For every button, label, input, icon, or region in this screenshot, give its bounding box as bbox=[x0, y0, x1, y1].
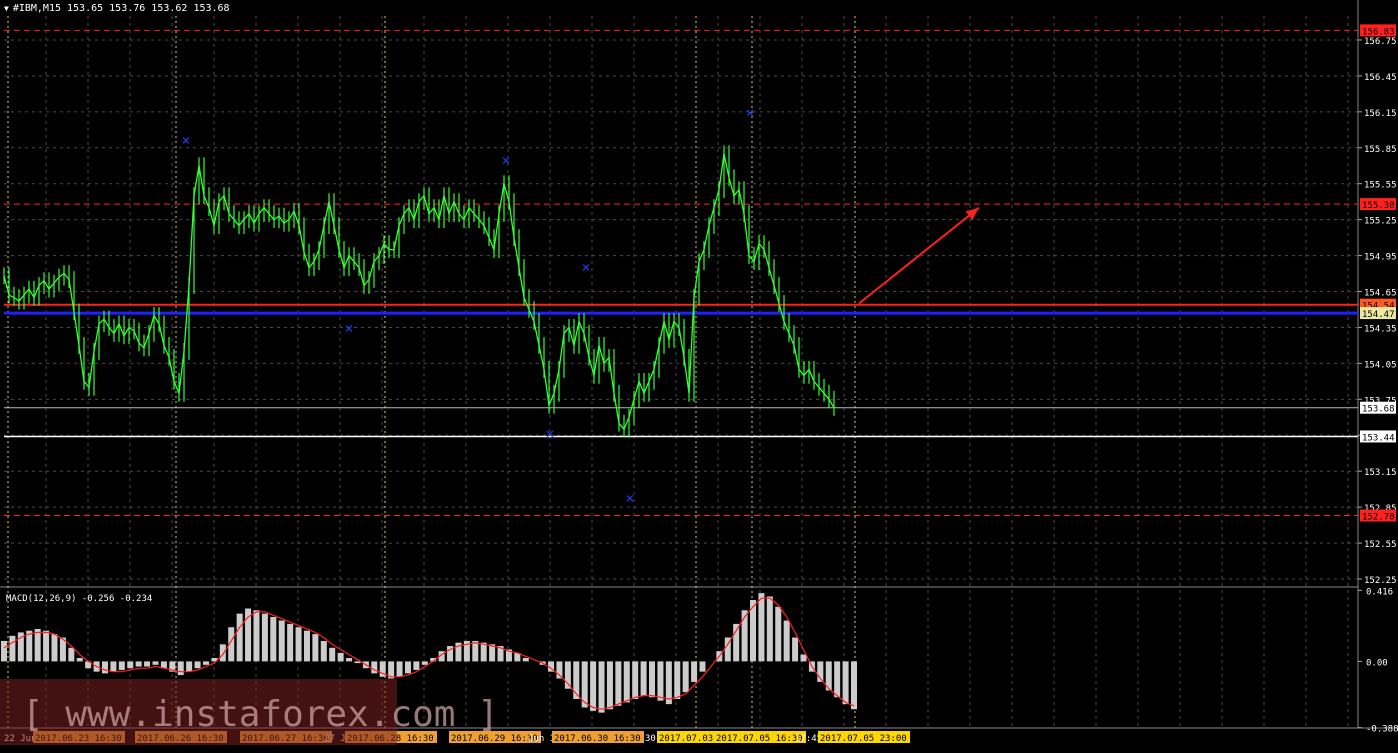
ytick-label-3: 155.85 bbox=[1364, 145, 1397, 155]
swing-marker-icon-4: ✕ bbox=[345, 320, 353, 336]
macd-ytick-label-0: 0.416 bbox=[1366, 587, 1393, 597]
watermark-text: [ www.instaforex.com ] bbox=[22, 694, 499, 735]
price-tag-155.38: 155.38 bbox=[1362, 201, 1395, 211]
ytick-label-7: 154.65 bbox=[1364, 289, 1397, 299]
ytick-label-8: 154.35 bbox=[1364, 324, 1397, 334]
ytick-label-9: 154.05 bbox=[1364, 360, 1397, 370]
ytick-label-1: 156.45 bbox=[1364, 73, 1397, 83]
time-label-7: Jun 1 bbox=[528, 734, 555, 744]
symbol-header: ▼ #IBM,M15 153.65 153.76 153.62 153.68 bbox=[4, 3, 230, 14]
swing-marker-icon-5: ✕ bbox=[546, 426, 554, 442]
time-label-11: 2017.07.05 16:30 bbox=[716, 734, 803, 744]
swing-marker-icon-3: ✕ bbox=[746, 105, 754, 121]
price-tag-154.47: 154.47 bbox=[1362, 310, 1395, 320]
dropdown-triangle-icon[interactable]: ▼ bbox=[4, 4, 9, 13]
macd-label: MACD(12,26,9) -0.256 -0.234 bbox=[6, 594, 152, 604]
swing-marker-icon-1: ✕ bbox=[502, 153, 510, 169]
time-label-9: 30 bbox=[645, 734, 656, 744]
swing-marker-icon-0: ✕ bbox=[182, 132, 190, 148]
price-tag-153.44: 153.44 bbox=[1362, 433, 1395, 443]
time-label-6: 2017.06.29 16:30 bbox=[451, 734, 538, 744]
time-label-8: 2017.06.30 16:30 bbox=[554, 734, 641, 744]
swing-marker-icon-2: ✕ bbox=[582, 259, 590, 275]
symbol-line: #IBM,M15 153.65 153.76 153.62 153.68 bbox=[12, 3, 230, 14]
price-tag-156.83: 156.83 bbox=[1362, 27, 1395, 37]
ytick-label-2: 156.15 bbox=[1364, 109, 1397, 119]
ytick-label-12: 153.15 bbox=[1364, 468, 1397, 478]
price-chart[interactable]: ✕ ✕ ✕ ✕ ✕ ✕ ✕ 156.75 156.45 156.15 155.85 155.55 15… bbox=[0, 0, 1398, 749]
price-tag-152.78: 152.78 bbox=[1362, 513, 1395, 523]
ytick-label-4: 155.55 bbox=[1364, 181, 1397, 191]
ytick-label-6: 154.95 bbox=[1364, 253, 1397, 263]
time-label-13: 2017.07.05 23:00 bbox=[820, 734, 907, 744]
swing-marker-icon-6: ✕ bbox=[626, 491, 634, 507]
ytick-label-5: 155.25 bbox=[1364, 217, 1397, 227]
ytick-label-14: 152.55 bbox=[1364, 540, 1397, 550]
ytick-label-15: 152.25 bbox=[1364, 576, 1397, 586]
chart-window[interactable]: ✕ ✕ ✕ ✕ ✕ ✕ ✕ 156.75 156.45 156.15 155.85 155.55 15… bbox=[0, 0, 1398, 749]
ytick-label-0: 156.75 bbox=[1364, 37, 1397, 47]
price-tag-153.68: 153.68 bbox=[1362, 405, 1395, 415]
time-label-10: 2017.07.03 bbox=[659, 734, 713, 744]
macd-ytick-label-1: 0.00 bbox=[1366, 658, 1388, 668]
macd-ytick-label-2: -0.388 bbox=[1366, 725, 1398, 735]
